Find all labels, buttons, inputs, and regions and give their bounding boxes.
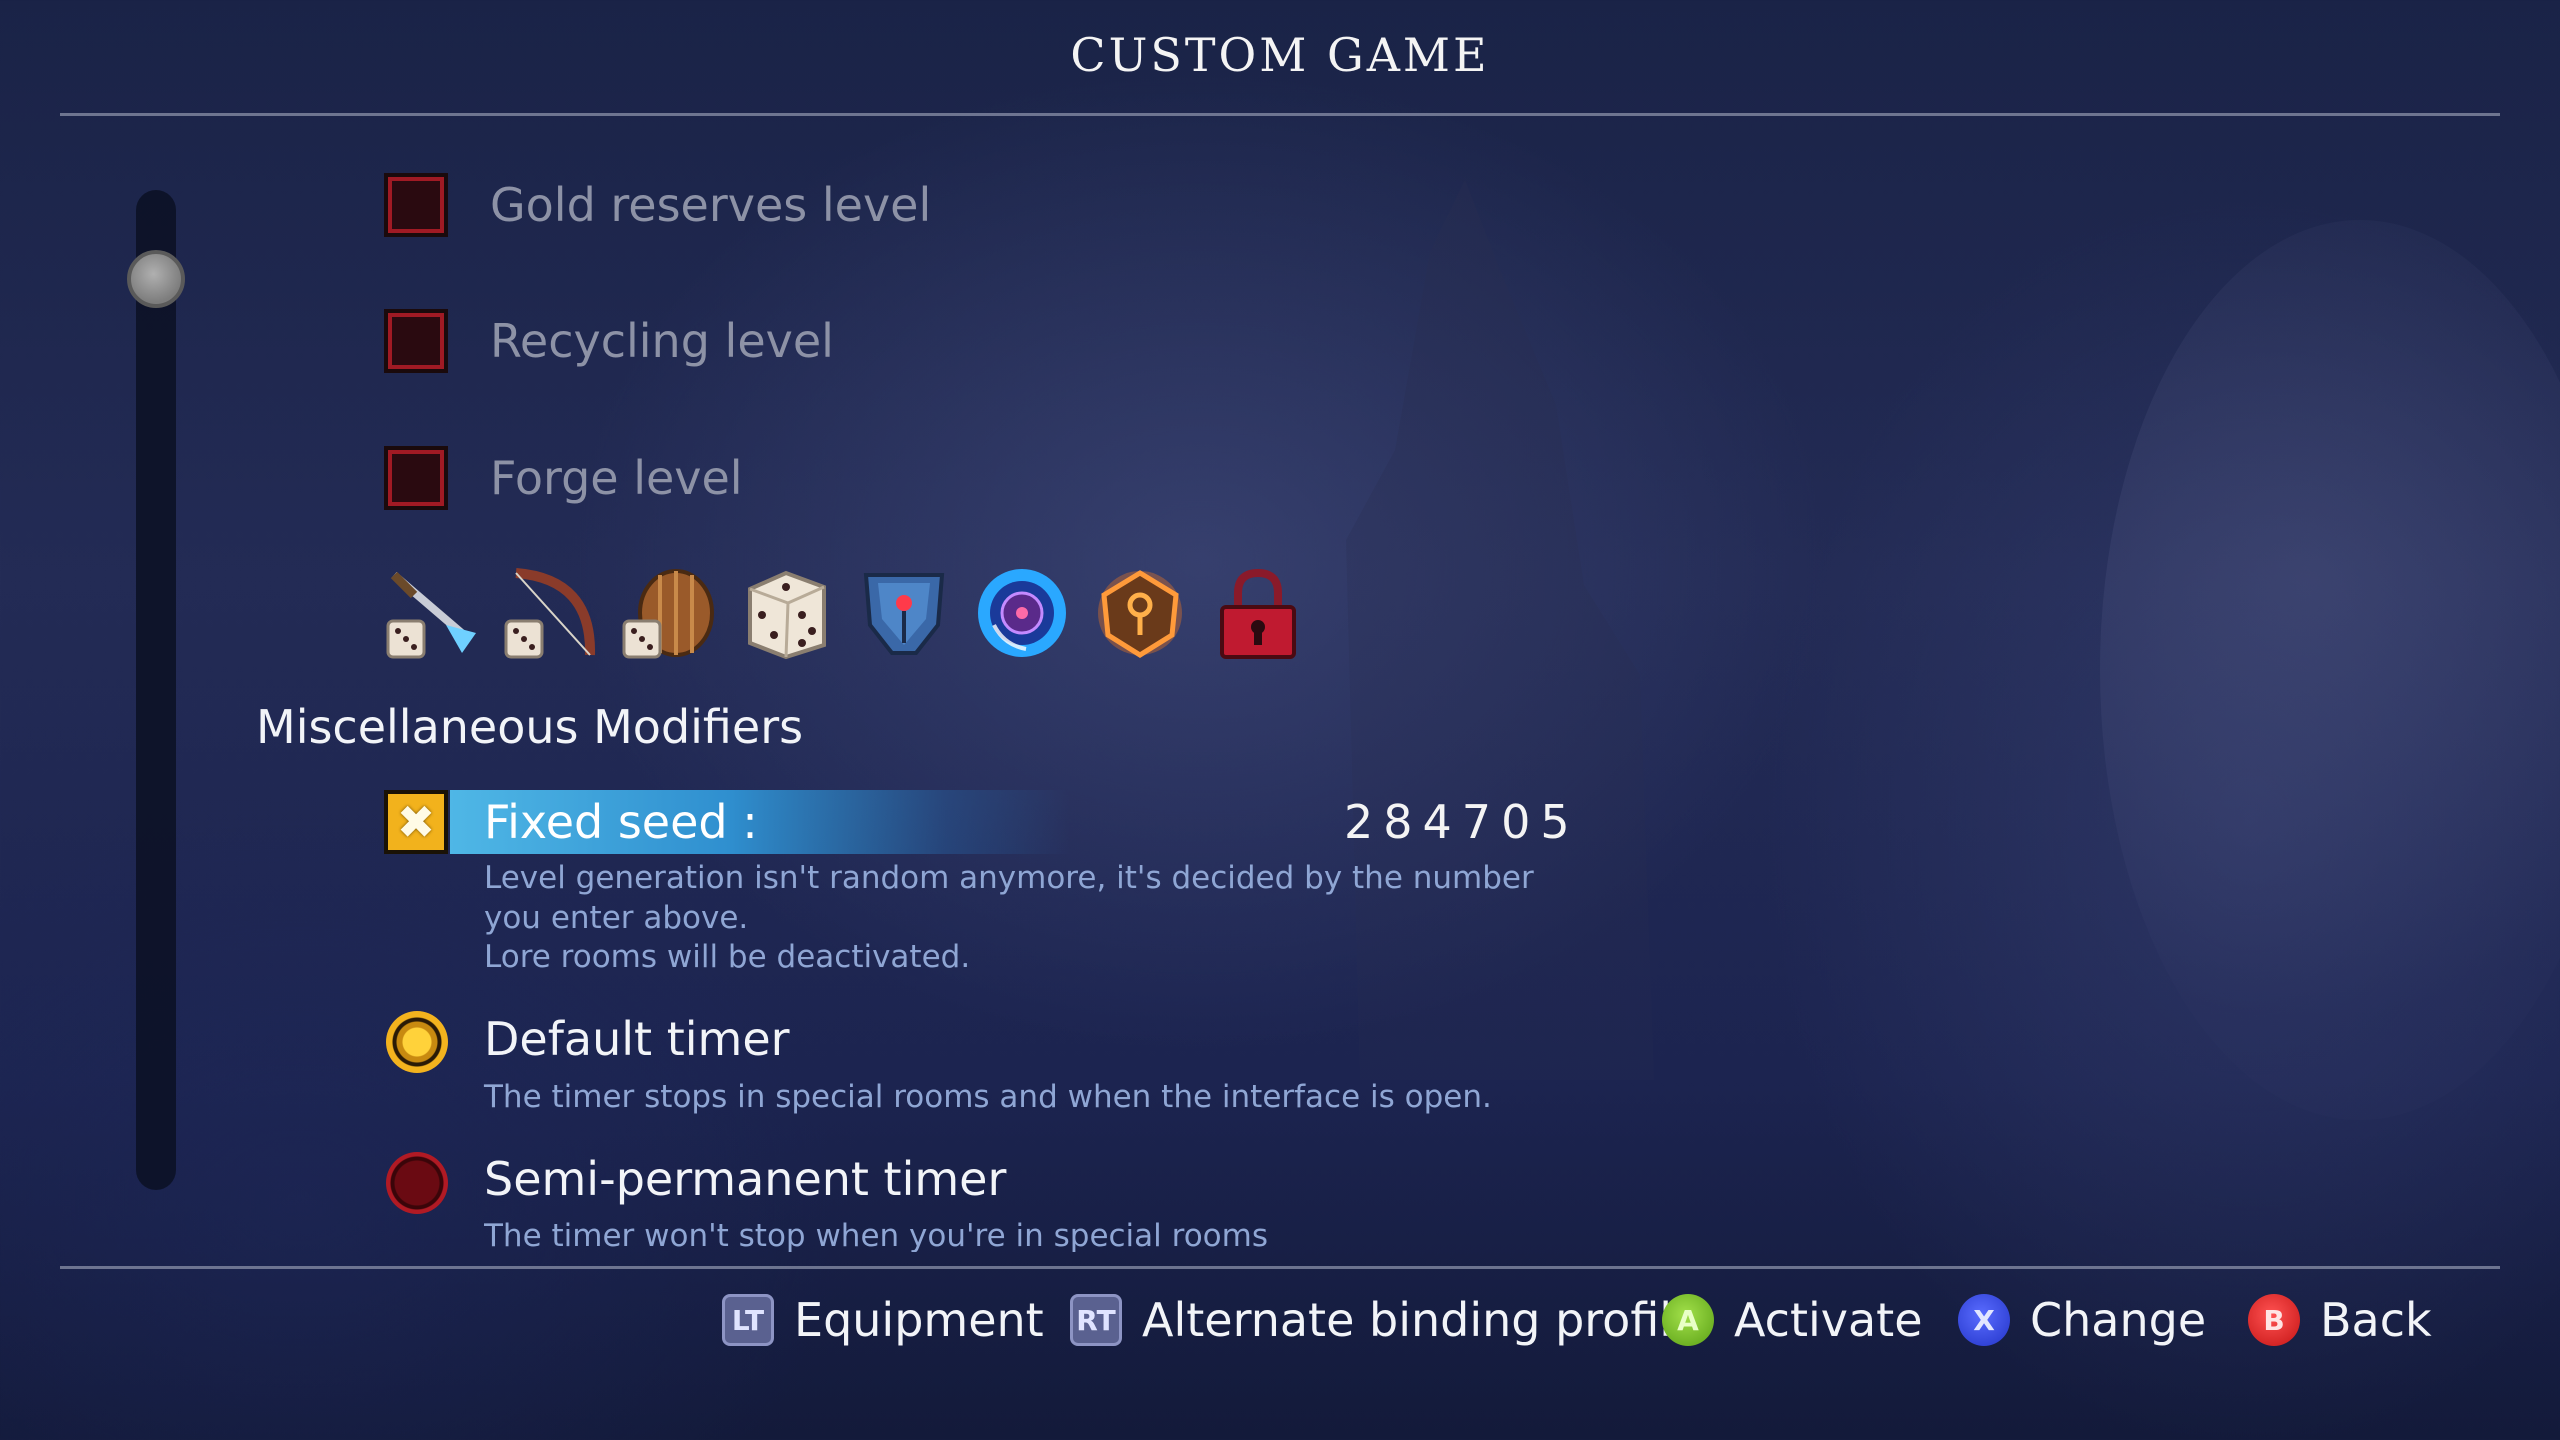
rt-button-icon: RT	[1070, 1294, 1122, 1346]
hint-equipment[interactable]: LT Equipment	[722, 1285, 1044, 1355]
dice-sword-icon[interactable]	[384, 565, 480, 661]
hint-change[interactable]: X Change	[1958, 1285, 2206, 1355]
hint-back[interactable]: B Back	[2248, 1285, 2432, 1355]
blue-orb-icon[interactable]	[974, 565, 1070, 661]
dice-icon[interactable]	[738, 565, 834, 661]
fixed-seed-label: Fixed seed :	[484, 795, 758, 849]
section-title-misc: Miscellaneous Modifiers	[256, 700, 804, 754]
semi-permanent-timer-description: The timer won't stop when you're in spec…	[484, 1218, 1268, 1252]
dice-bow-icon[interactable]	[502, 565, 598, 661]
hint-label: Change	[2030, 1293, 2207, 1347]
hint-label: Alternate binding profile	[1142, 1293, 1701, 1347]
header-divider	[60, 113, 2500, 116]
item-icon-row	[384, 565, 1306, 661]
b-button-icon: B	[2248, 1294, 2300, 1346]
orange-amulet-icon[interactable]	[1092, 565, 1188, 661]
option-label: Forge level	[490, 451, 743, 505]
dice-shield-icon[interactable]	[620, 565, 716, 661]
red-lock-icon[interactable]	[1210, 565, 1306, 661]
scrollbar-track[interactable]	[136, 190, 176, 1190]
fixed-seed-description-2: you enter above.	[484, 900, 749, 936]
checkbox-gold-reserves[interactable]	[384, 173, 448, 237]
a-button-icon: A	[1662, 1294, 1714, 1346]
option-label: Gold reserves level	[490, 178, 932, 232]
button-hints-bar: LT Equipment RT Alternate binding profil…	[0, 1285, 2560, 1355]
checkbox-fixed-seed[interactable]: ✖	[384, 790, 448, 854]
hint-alternate-binding[interactable]: RT Alternate binding profile	[1070, 1285, 1700, 1355]
option-recycling[interactable]: Recycling level	[384, 309, 834, 373]
default-timer-label[interactable]: Default timer	[484, 1012, 790, 1066]
fixed-seed-description-1: Level generation isn't random anymore, i…	[484, 860, 1534, 896]
option-label: Recycling level	[490, 314, 834, 368]
option-gold-reserves[interactable]: Gold reserves level	[384, 173, 931, 237]
check-mark-icon: ✖	[396, 795, 436, 849]
semi-permanent-timer-label[interactable]: Semi-permanent timer	[484, 1152, 1006, 1206]
x-button-icon: X	[1958, 1294, 2010, 1346]
hint-label: Back	[2320, 1293, 2432, 1347]
radio-default-timer[interactable]	[386, 1011, 448, 1073]
lt-button-icon: LT	[722, 1294, 774, 1346]
blue-mask-icon[interactable]	[856, 565, 952, 661]
default-timer-description: The timer stops in special rooms and whe…	[484, 1079, 1492, 1115]
hint-label: Equipment	[794, 1293, 1044, 1347]
option-forge[interactable]: Forge level	[384, 446, 743, 510]
background-moon	[2100, 220, 2560, 1120]
radio-semi-permanent-timer[interactable]	[386, 1152, 448, 1214]
checkbox-forge[interactable]	[384, 446, 448, 510]
page-title: CUSTOM GAME	[1070, 28, 1490, 82]
checkbox-recycling[interactable]	[384, 309, 448, 373]
scrollbar-thumb[interactable]	[127, 250, 185, 308]
footer-divider	[60, 1266, 2500, 1269]
seed-value-input[interactable]: 284705	[1344, 790, 1580, 854]
option-fixed-seed[interactable]: ✖ Fixed seed : 284705	[384, 790, 1584, 854]
hint-label: Activate	[1734, 1293, 1923, 1347]
hint-activate[interactable]: A Activate	[1662, 1285, 1923, 1355]
fixed-seed-description-3: Lore rooms will be deactivated.	[484, 939, 971, 975]
